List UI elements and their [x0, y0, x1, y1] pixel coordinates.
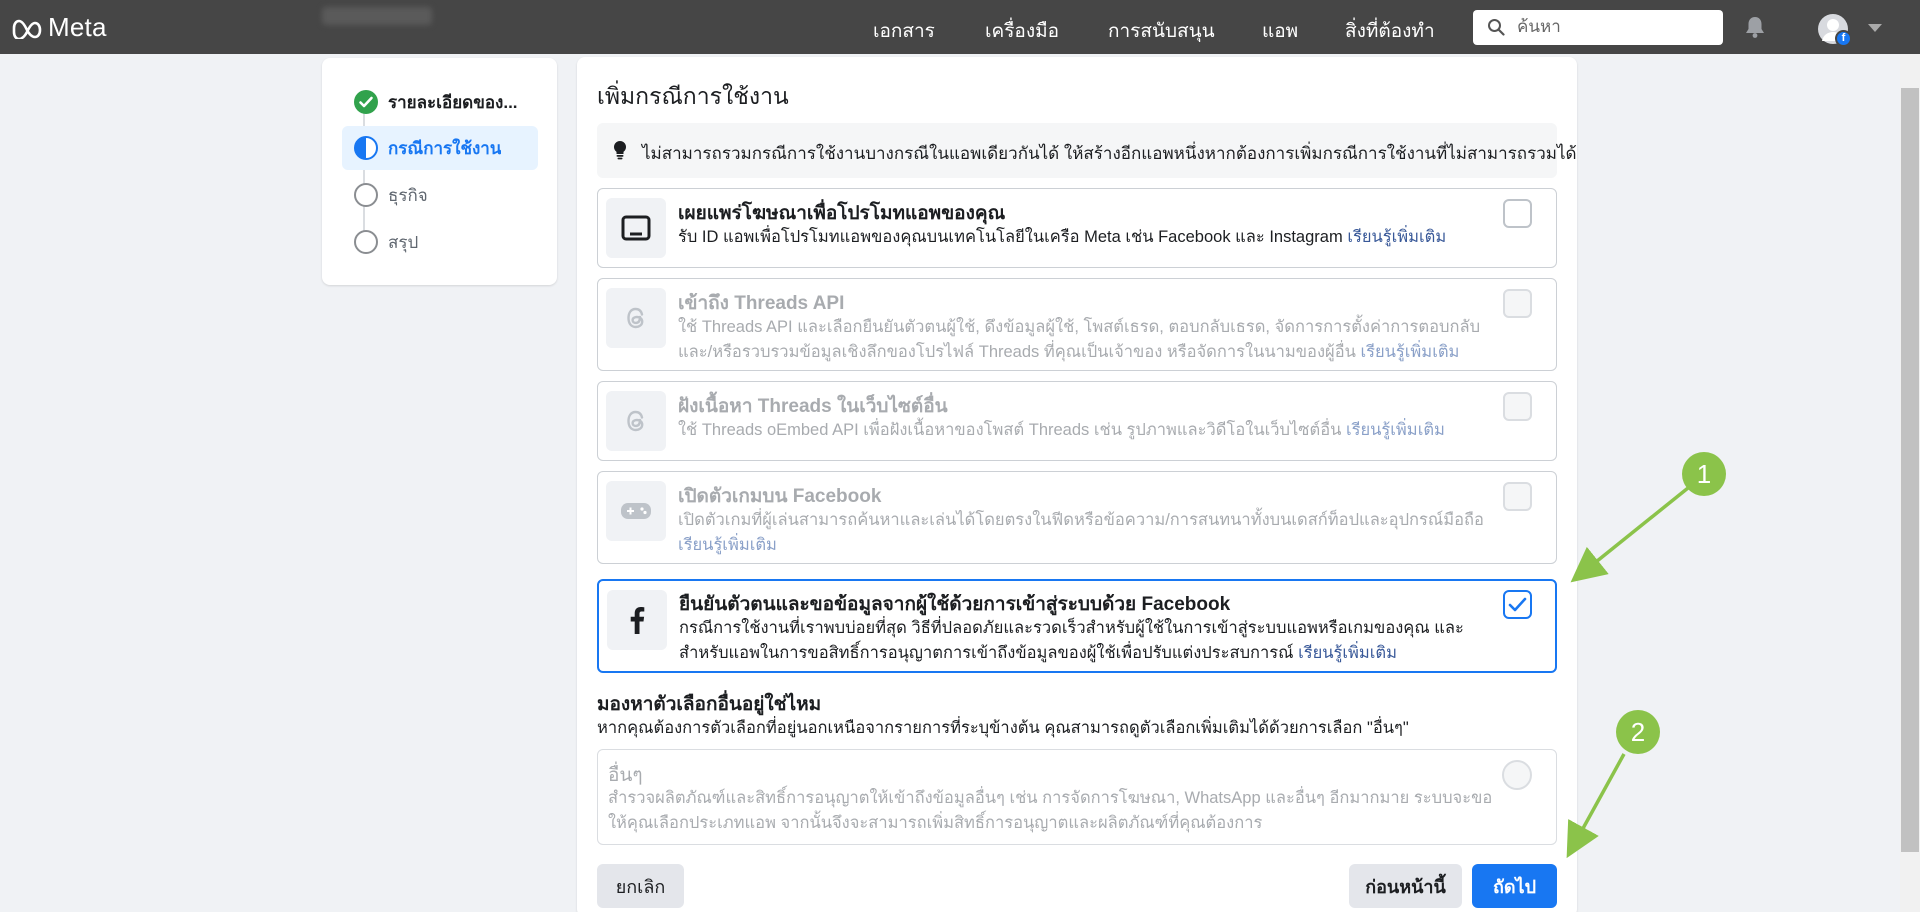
use-case-title: ยืนยันตัวตนและขอข้อมูลจากผู้ใช้ด้วยการเข… [679, 594, 1231, 615]
use-case-ads[interactable]: เผยแพร่โฆษณาเพื่อโปรโมทแอพของคุณ รับ ID … [597, 188, 1557, 268]
use-case-title: เข้าถึง Threads API [678, 293, 845, 314]
threads-icon [627, 307, 644, 329]
avatar[interactable]: f [1818, 14, 1852, 47]
facebook-icon [630, 607, 645, 634]
use-case-desc: ใช้ Threads API และเลือกยืนยันตัวตนผู้ใช… [678, 318, 1481, 361]
meta-infinity-icon [12, 19, 42, 39]
use-case-games: เปิดตัวเกมบน Facebook เปิดตัวเกมที่ผู้เล… [597, 471, 1557, 564]
use-case-other: อื่นๆ สำรวจผลิตภัณฑ์และสิทธิ์การอนุญาตให… [597, 749, 1557, 845]
search-input[interactable] [1517, 16, 1713, 38]
other-desc: สำรวจผลิตภัณฑ์และสิทธิ์การอนุญาตให้เข้าถ… [608, 789, 1493, 832]
use-case-desc: เปิดตัวเกมที่ผู้เล่นสามารถค้นหาและเล่นได… [678, 511, 1484, 554]
next-button[interactable]: ถัดไป [1472, 864, 1557, 908]
tablet-icon [621, 215, 651, 241]
brand-name: Meta [48, 12, 107, 42]
learn-more-link[interactable]: เรียนรู้เพิ่มเติม [1298, 644, 1397, 662]
use-case-icon-tile [606, 481, 666, 541]
nav-docs[interactable]: เอกสาร [873, 16, 935, 46]
info-text: ไม่สามารถรวมกรณีการใช้งานบางกรณีในแอพเดี… [642, 144, 1577, 163]
use-case-icon-tile [606, 391, 666, 451]
use-case-checkbox [1503, 392, 1532, 421]
gamepad-icon [621, 503, 651, 519]
use-case-checkbox [1503, 289, 1532, 318]
meta-logo[interactable]: Meta [10, 12, 107, 43]
use-case-desc: กรณีการใช้งานที่เราพบบ่อยที่สุด วิธีที่ป… [679, 619, 1464, 662]
nav-apps[interactable]: แอพ [1262, 16, 1298, 46]
empty-circle-icon [354, 230, 378, 254]
step-details[interactable]: รายละเอียดของ... [342, 80, 538, 124]
annotation-number: 2 [1631, 717, 1645, 747]
use-case-desc: ใช้ Threads oEmbed API เพื่อฝังเนื้อหาขอ… [678, 421, 1445, 439]
scrollbar-thumb[interactable] [1901, 88, 1919, 852]
use-case-checkbox[interactable] [1503, 590, 1532, 619]
use-case-icon-tile [607, 590, 667, 650]
annotation-arrow [1566, 753, 1626, 859]
chevron-down-icon[interactable] [1868, 24, 1882, 32]
other-radio [1502, 760, 1532, 790]
annotation-2: 2 [1566, 710, 1660, 859]
use-case-icon-tile [606, 198, 666, 258]
cancel-button[interactable]: ยกเลิก [597, 864, 684, 908]
use-case-title: เผยแพร่โฆษณาเพื่อโปรโมทแอพของคุณ [678, 203, 1006, 224]
empty-circle-icon [354, 183, 378, 207]
half-circle-icon [354, 136, 378, 160]
annotation-circle [1682, 452, 1726, 496]
step-business[interactable]: ธุรกิจ [342, 173, 538, 217]
use-case-facebook-login[interactable]: ยืนยันตัวตนและขอข้อมูลจากผู้ใช้ด้วยการเข… [597, 579, 1557, 673]
use-case-icon-tile [606, 288, 666, 348]
info-banner: ไม่สามารถรวมกรณีการใช้งานบางกรณีในแอพเดี… [597, 123, 1577, 178]
checkmark-icon [1508, 597, 1527, 612]
use-case-checkbox [1503, 482, 1532, 511]
step-label: ธุรกิจ [388, 185, 428, 205]
nav-support[interactable]: การสนับสนุน [1108, 16, 1215, 46]
page-title: เพิ่มกรณีการใช้งาน [597, 83, 789, 109]
top-bar: Meta เอกสาร เครื่องมือ การสนับสนุน แอพ ส… [0, 0, 1920, 54]
learn-more-link[interactable]: เรียนรู้เพิ่มเติม [678, 536, 777, 554]
learn-more-link[interactable]: เรียนรู้เพิ่มเติม [1347, 228, 1446, 246]
step-use-cases[interactable]: กรณีการใช้งาน [342, 126, 538, 170]
learn-more-link[interactable]: เรียนรู้เพิ่มเติม [1360, 343, 1459, 361]
annotation-number: 1 [1697, 459, 1711, 489]
use-case-threads-api: เข้าถึง Threads API ใช้ Threads API และเ… [597, 278, 1557, 371]
use-case-checkbox[interactable] [1503, 199, 1532, 228]
use-case-title: เปิดตัวเกมบน Facebook [678, 486, 882, 507]
learn-more-link[interactable]: เรียนรู้เพิ่มเติม [1346, 421, 1445, 439]
blurred-app-name [322, 7, 432, 25]
search-icon [1488, 19, 1505, 36]
annotation-1: 1 [1570, 452, 1726, 583]
check-circle-icon [354, 90, 378, 114]
more-options-desc: หากคุณต้องการตัวเลือกที่อยู่นอกเหนือจากร… [597, 719, 1409, 737]
step-label: สรุป [388, 232, 419, 252]
back-button[interactable]: ก่อนหน้านี้ [1349, 864, 1462, 908]
lightbulb-icon [613, 140, 627, 160]
step-label: รายละเอียดของ... [388, 92, 518, 112]
bell-icon[interactable] [1744, 15, 1766, 39]
facebook-badge-icon: f [1835, 30, 1852, 47]
use-case-threads-embed: ฝังเนื้อหา Threads ในเว็บไซต์อื่น ใช้ Th… [597, 381, 1557, 461]
search-box[interactable] [1473, 10, 1723, 45]
threads-icon [627, 410, 644, 432]
step-label: กรณีการใช้งาน [388, 138, 502, 158]
annotation-circle [1616, 710, 1660, 754]
step-summary[interactable]: สรุป [342, 220, 538, 264]
steps-sidebar: รายละเอียดของ... กรณีการใช้งาน ธุรกิจ สร… [322, 58, 557, 285]
use-case-desc: รับ ID แอพเพื่อโปรโมทแอพของคุณบนเทคโนโลย… [678, 228, 1447, 246]
nav-tools[interactable]: เครื่องมือ [985, 16, 1059, 46]
use-case-title: ฝังเนื้อหา Threads ในเว็บไซต์อื่น [678, 396, 948, 417]
annotation-arrow [1570, 486, 1690, 583]
use-cases-panel: เพิ่มกรณีการใช้งาน ไม่สามารถรวมกรณีการใช… [577, 57, 1577, 912]
nav-todo[interactable]: สิ่งที่ต้องทำ [1345, 16, 1435, 46]
